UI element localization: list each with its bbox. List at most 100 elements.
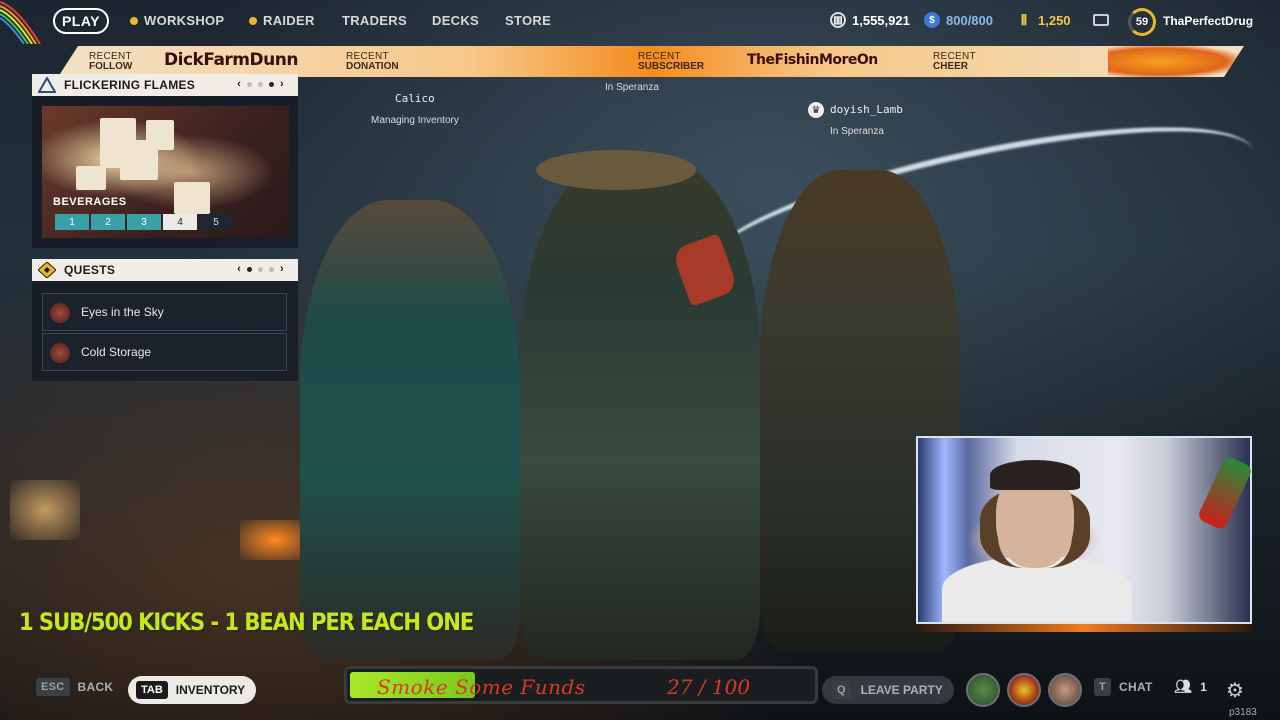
- event-panel-header[interactable]: FLICKERING FLAMES ‹ ›: [32, 74, 298, 96]
- quest-title: Cold Storage: [81, 345, 152, 359]
- tier-4-current[interactable]: 4: [163, 214, 197, 230]
- chevron-left-icon[interactable]: ‹: [237, 263, 241, 275]
- party-size-button[interactable]: 👥︎ 1: [1174, 678, 1207, 695]
- streamer-beanie: [990, 460, 1080, 490]
- party-member-avatar[interactable]: [1007, 673, 1041, 707]
- nav-decks-label: DECKS: [432, 13, 480, 28]
- warning-triangle-icon: [38, 77, 56, 93]
- party-leader-crown-icon: ♛: [808, 102, 824, 118]
- candle: [174, 182, 210, 214]
- raider-tokens-value: 800/800: [946, 12, 993, 28]
- goal-count: 27 / 100: [667, 675, 751, 699]
- esc-key-hint: ESC: [36, 678, 70, 696]
- inventory-label: INVENTORY: [175, 683, 246, 697]
- mail-icon[interactable]: [1093, 14, 1109, 26]
- player-name-doyish: doyish_Lamb: [830, 103, 903, 116]
- nav-raider[interactable]: RAIDER: [249, 13, 315, 28]
- leave-party-label: LEAVE PARTY: [860, 683, 943, 697]
- leave-party-button[interactable]: Q LEAVE PARTY: [822, 676, 954, 704]
- chevron-left-icon[interactable]: ‹: [237, 78, 241, 90]
- chat-label: CHAT: [1119, 680, 1153, 694]
- raider-character-left: [300, 200, 520, 660]
- nav-workshop[interactable]: WORKSHOP: [130, 13, 224, 28]
- player-status-doyish: In Speranza: [830, 126, 884, 137]
- quest-item[interactable]: Cold Storage: [42, 333, 287, 371]
- page-dot: [247, 81, 253, 87]
- credits-value: 1,250: [1038, 12, 1071, 28]
- webcam-bottom-bar: [916, 624, 1252, 632]
- nav-store-label: STORE: [505, 13, 552, 28]
- inventory-button[interactable]: TAB INVENTORY: [128, 676, 256, 704]
- username[interactable]: ThaPerfectDrug: [1163, 14, 1253, 28]
- currency-coins[interactable]: ▥ 1,555,921: [830, 12, 910, 28]
- nav-raider-label: RAIDER: [263, 13, 315, 28]
- stream-promo-text: 1 SUB/500 KICKS - 1 BEAN PER EACH ONE: [19, 608, 474, 636]
- quests-panel-header[interactable]: QUESTS ‹ ›: [32, 259, 298, 281]
- quest-giver-avatar-icon: [50, 303, 70, 323]
- quest-item[interactable]: Eyes in the Sky: [42, 293, 287, 331]
- page-dot: [269, 266, 275, 272]
- credits-icon: ⦀: [1020, 11, 1028, 28]
- tier-2[interactable]: 2: [91, 214, 125, 230]
- people-icon: 👥︎: [1174, 678, 1193, 694]
- recent-subscriber-name: TheFishinMoreOn: [747, 52, 878, 68]
- quests-pager[interactable]: ‹ ›: [237, 263, 284, 275]
- coins-value: 1,555,921: [852, 12, 910, 28]
- rainbow-stripe-logo: [0, 1, 41, 44]
- currency-raider-tokens[interactable]: $ 800/800: [924, 12, 993, 28]
- party-member-avatar-self[interactable]: [1048, 673, 1082, 707]
- quest-title: Eyes in the Sky: [81, 305, 164, 319]
- quest-diamond-icon: [38, 262, 56, 278]
- gear-icon[interactable]: ⚙: [1223, 678, 1247, 702]
- page-dot: [258, 81, 264, 87]
- back-button[interactable]: ESC BACK: [36, 678, 113, 696]
- chat-button[interactable]: T CHAT: [1094, 678, 1153, 696]
- goal-name: Smoke Some Funds: [377, 675, 586, 699]
- player-status-self: In Speranza: [605, 82, 659, 93]
- page-dot-active: [247, 266, 253, 272]
- page-dot: [258, 266, 264, 272]
- nav-traders[interactable]: TRADERS: [342, 13, 407, 28]
- nav-workshop-label: WORKSHOP: [144, 13, 225, 28]
- nav-decks[interactable]: DECKS: [432, 13, 479, 28]
- tier-5[interactable]: 5: [199, 214, 233, 230]
- ticker-cheer-label: Recent CHEER: [933, 51, 976, 72]
- recent-follower-name: DickFarmDunn: [164, 50, 298, 70]
- tier-3[interactable]: 3: [127, 214, 161, 230]
- ticker-follow-label: Recent FOLLOW: [89, 51, 133, 72]
- event-panel-title: FLICKERING FLAMES: [64, 78, 196, 92]
- lion-logo: [1108, 46, 1238, 77]
- back-label: BACK: [77, 680, 114, 694]
- candle-glow: [10, 480, 80, 540]
- raider-token-icon: $: [924, 12, 940, 28]
- chevron-right-icon[interactable]: ›: [280, 263, 284, 275]
- party-member-avatar[interactable]: [966, 673, 1000, 707]
- play-button[interactable]: PLAY: [53, 8, 109, 34]
- streamer-webcam: [916, 436, 1254, 624]
- notification-dot-icon: [130, 16, 138, 25]
- player-level-badge[interactable]: 59: [1128, 8, 1156, 36]
- t-key-hint: T: [1094, 678, 1112, 696]
- q-key-hint: Q: [832, 681, 851, 699]
- quests-panel-title: QUESTS: [64, 263, 116, 277]
- player-name-calico: Calico: [395, 92, 435, 105]
- chevron-right-icon[interactable]: ›: [280, 78, 284, 90]
- currency-credits[interactable]: ⦀ 1,250: [1016, 12, 1071, 28]
- event-pager[interactable]: ‹ ›: [237, 78, 284, 90]
- coin-stack-icon: ▥: [830, 12, 846, 28]
- stream-goal-bar: Smoke Some Funds 27 / 100: [344, 666, 818, 704]
- candle: [76, 166, 106, 190]
- quest-giver-avatar-icon: [50, 343, 70, 363]
- nav-traders-label: TRADERS: [342, 13, 407, 28]
- event-category-label: BEVERAGES: [53, 196, 127, 208]
- tab-key-hint: TAB: [136, 681, 168, 699]
- notification-dot-icon: [249, 16, 257, 25]
- tier-1[interactable]: 1: [55, 214, 89, 230]
- stream-event-ticker: Recent FOLLOW DickFarmDunn Recent DONATION…: [58, 46, 1244, 77]
- nav-store[interactable]: STORE: [505, 13, 551, 28]
- party-size-count: 1: [1200, 679, 1208, 694]
- wide-brim-hat: [536, 150, 696, 190]
- player-status-calico: Managing Inventory: [371, 115, 459, 126]
- ticker-subscriber-label: Recent SUBSCRIBER: [638, 51, 705, 72]
- raider-character-center: [520, 160, 760, 660]
